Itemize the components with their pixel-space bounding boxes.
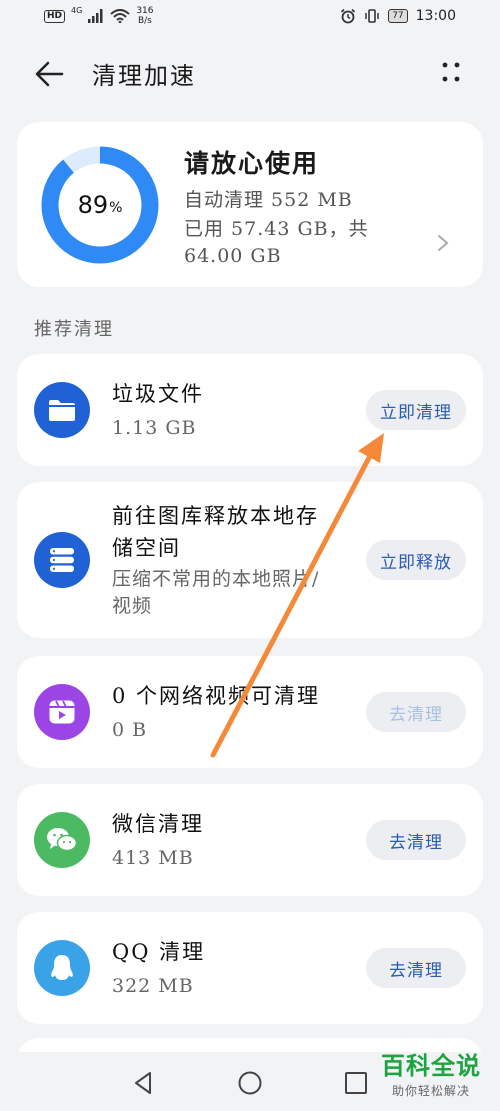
- go-clean-button[interactable]: 去清理: [366, 820, 466, 860]
- nav-back-icon[interactable]: [131, 1070, 157, 1096]
- storage-icon: [50, 548, 74, 572]
- wifi-icon: [110, 9, 130, 23]
- auto-clean-text: 自动清理 552 MB: [184, 189, 353, 211]
- chevron-right-icon[interactable]: [433, 228, 453, 258]
- folder-icon-badge: [34, 382, 90, 438]
- used-storage-line2: 64.00 GB: [184, 245, 282, 267]
- go-clean-button-disabled[interactable]: 去清理: [366, 692, 466, 732]
- signal-icon: [88, 9, 103, 23]
- watermark-logo: 百科全说 助你轻松解决: [376, 1050, 486, 1108]
- storage-percent: 89%: [40, 145, 160, 265]
- item-title-line2: 储空间: [112, 536, 181, 560]
- go-clean-button[interactable]: 去清理: [366, 948, 466, 988]
- storage-status-title: 请放心使用: [184, 149, 320, 178]
- list-item-junk-files[interactable]: 垃圾文件 1.13 GB 立即清理: [17, 354, 483, 466]
- list-item-gallery-storage[interactable]: 前往图库释放本地存 储空间 压缩不常用的本地照片/ 视频 立即释放: [17, 482, 483, 638]
- storage-summary-card[interactable]: 89% 请放心使用 自动清理 552 MB 已用 57.43 GB，共 64.0…: [17, 122, 483, 287]
- vibrate-icon: [365, 9, 379, 23]
- list-item-wechat[interactable]: 微信清理 413 MB 去清理: [17, 784, 483, 896]
- watermark-sub: 助你轻松解决: [391, 1084, 470, 1098]
- video-icon-badge: [34, 684, 90, 740]
- release-now-button[interactable]: 立即释放: [366, 540, 466, 580]
- item-subtitle-line1: 压缩不常用的本地照片/: [112, 568, 320, 590]
- battery-indicator: 77: [388, 9, 408, 23]
- list-item-qq[interactable]: QQ 清理 322 MB 去清理: [17, 912, 483, 1024]
- qq-icon-badge: [34, 940, 90, 996]
- speed-value: 316: [136, 6, 154, 16]
- nav-home-icon[interactable]: [237, 1070, 263, 1096]
- percent-sign: %: [109, 200, 123, 216]
- item-subtitle: 413 MB: [112, 847, 194, 869]
- item-subtitle: 322 MB: [112, 975, 194, 997]
- back-arrow-icon[interactable]: [30, 54, 70, 94]
- item-title: 0 个网络视频可清理: [112, 684, 321, 708]
- status-bar: HD 4G 316 B/s 77 13:00: [0, 0, 500, 36]
- item-title: 微信清理: [112, 812, 204, 836]
- item-title: 垃圾文件: [112, 382, 204, 406]
- item-subtitle-line2: 视频: [112, 595, 153, 617]
- wechat-icon-badge: [34, 812, 90, 868]
- watermark-main: 百科全说: [381, 1052, 481, 1080]
- more-options-icon[interactable]: [436, 58, 466, 88]
- page-title: 清理加速: [92, 62, 196, 90]
- percent-value: 89: [77, 191, 109, 219]
- hd-badge: HD: [44, 9, 66, 23]
- folder-icon: [49, 400, 75, 421]
- wechat-icon: [47, 828, 78, 852]
- nav-recents-icon[interactable]: [343, 1070, 369, 1096]
- app-header: 清理加速: [0, 44, 500, 104]
- used-storage-line1: 已用 57.43 GB，共: [184, 218, 369, 240]
- network-type: 4G: [71, 5, 83, 15]
- storage-icon-badge: [34, 532, 90, 588]
- item-subtitle: 1.13 GB: [112, 417, 197, 439]
- status-right: 77 13:00: [340, 8, 456, 24]
- network-speed: 316 B/s: [136, 6, 153, 26]
- status-left: HD 4G 316 B/s: [44, 6, 154, 26]
- section-label-recommended: 推荐清理: [34, 319, 114, 340]
- clock: 13:00: [415, 8, 456, 24]
- speed-unit: B/s: [137, 16, 152, 26]
- alarm-icon: [341, 8, 356, 24]
- item-subtitle: 0 B: [112, 719, 148, 741]
- qq-icon: [51, 955, 73, 980]
- list-item-network-videos[interactable]: 0 个网络视频可清理 0 B 去清理: [17, 656, 483, 768]
- item-title-line1: 前往图库释放本地存: [112, 504, 319, 528]
- clean-now-button[interactable]: 立即清理: [366, 390, 466, 430]
- item-title: QQ 清理: [112, 940, 206, 964]
- video-icon: [49, 700, 75, 724]
